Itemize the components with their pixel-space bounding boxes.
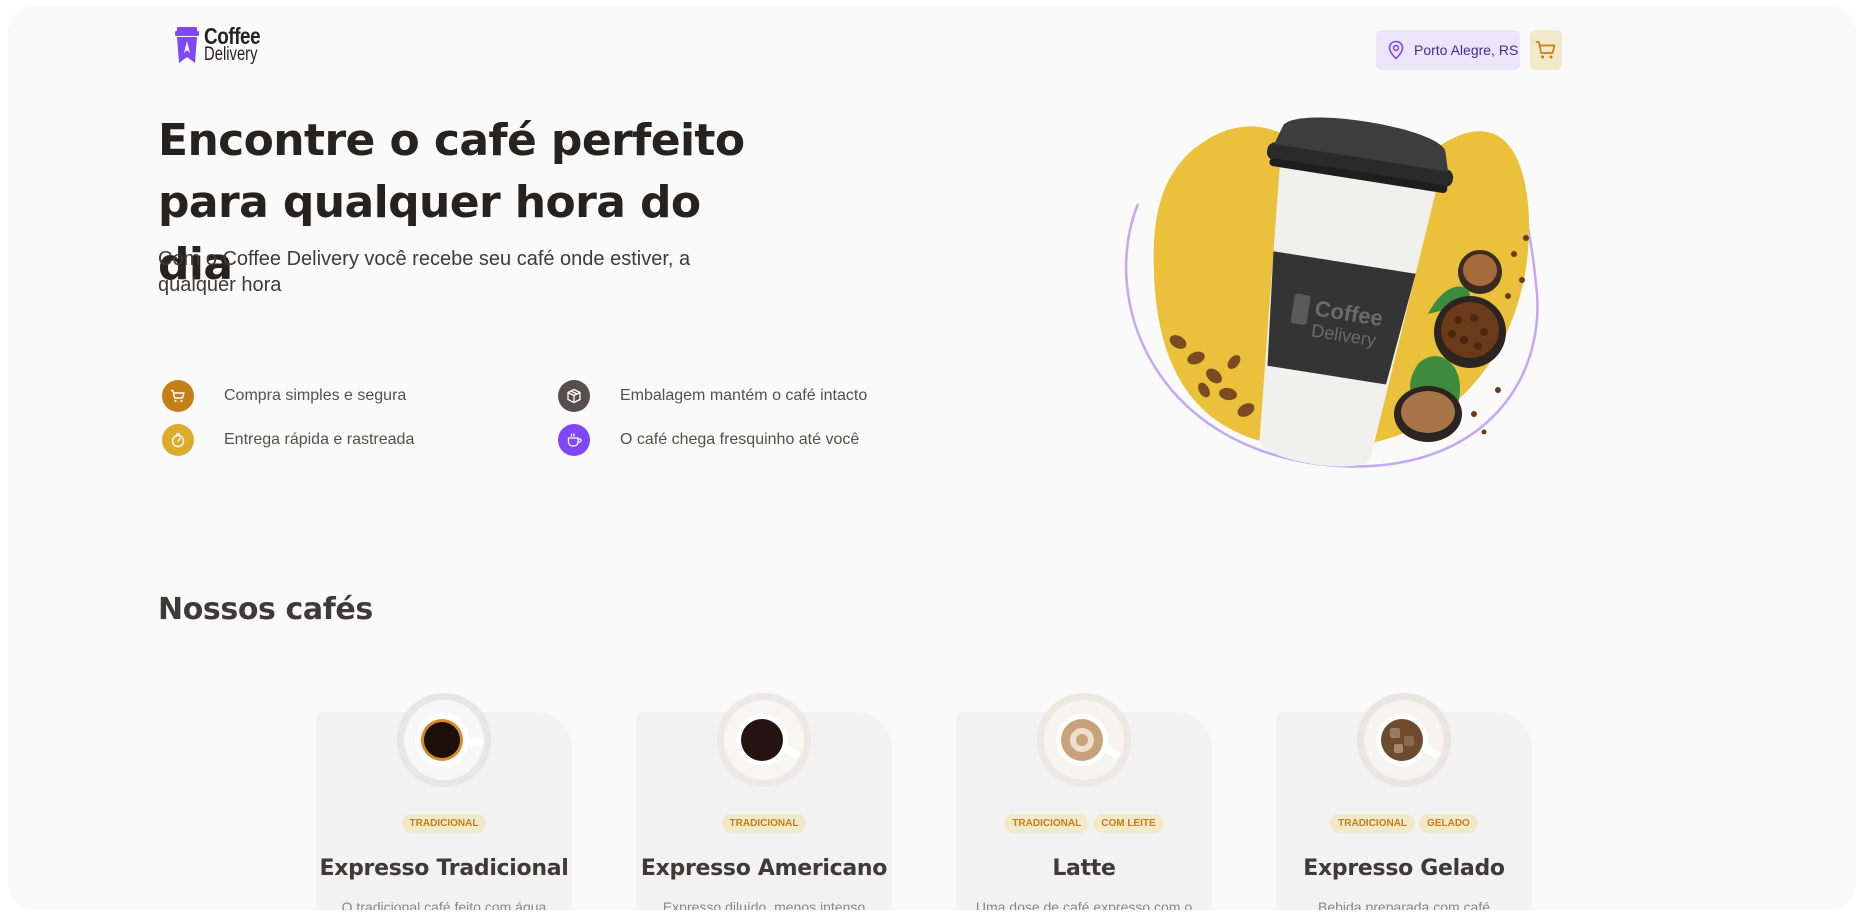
- logo-cup-icon: [175, 27, 199, 63]
- tag-list: Tradicional Gelado: [1276, 814, 1532, 833]
- map-pin-icon: [1388, 40, 1404, 60]
- cart-icon: [162, 380, 194, 412]
- tag-list: Tradicional: [636, 814, 892, 833]
- benefit-label: Compra simples e segura: [224, 387, 407, 404]
- logo-line-2: Delivery: [204, 43, 258, 65]
- benefit-item: Compra simples e segura: [162, 380, 406, 412]
- coffee-description: Bebida preparada com café expresso e: [1318, 899, 1490, 910]
- app-frame: Coffee Delivery Porto Alegre, RS Encontr…: [8, 6, 1856, 910]
- cart-button[interactable]: [1530, 30, 1562, 70]
- location-badge[interactable]: Porto Alegre, RS: [1376, 30, 1520, 70]
- coffee-name: Expresso Tradicional: [319, 856, 569, 881]
- coffee-cup-image: [717, 693, 811, 787]
- hero-title-line-1: Encontre o café perfeito: [158, 115, 745, 166]
- package-icon: [558, 380, 590, 412]
- coffee-description: O tradicional café feito com água: [341, 899, 547, 910]
- coffee-tag: Tradicional: [721, 814, 807, 833]
- coffee-tag: Tradicional: [1330, 814, 1416, 833]
- coffee-list-title: Nossos cafés: [158, 592, 373, 627]
- coffee-card[interactable]: Tradicional Expresso Tradicional O tradi…: [316, 693, 572, 910]
- tag-list: Tradicional Com leite: [956, 814, 1212, 833]
- benefit-item: O café chega fresquinho até você: [558, 424, 859, 456]
- coffee-name: Expresso Americano: [640, 856, 888, 881]
- benefit-item: Embalagem mantém o café intacto: [558, 380, 867, 412]
- coffee-card[interactable]: Tradicional Gelado Expresso Gelado Bebid…: [1276, 693, 1532, 910]
- coffee-card[interactable]: Tradicional Com leite Latte Uma dose de …: [956, 693, 1212, 910]
- coffee-tag: Tradicional: [1004, 814, 1090, 833]
- coffee-tag: Tradicional: [401, 814, 487, 833]
- cart-icon: [1535, 41, 1556, 59]
- coffee-card[interactable]: Tradicional Expresso Americano Expresso …: [636, 693, 892, 910]
- coffee-cup-image: [397, 693, 491, 787]
- logo-text: Coffee Delivery: [204, 22, 273, 65]
- benefit-item: Entrega rápida e rastreada: [162, 424, 414, 456]
- tag-list: Tradicional: [316, 814, 572, 833]
- benefit-label: Embalagem mantém o café intacto: [620, 387, 868, 404]
- location-text: Porto Alegre, RS: [1414, 42, 1519, 58]
- coffee-description: Uma dose de café expresso com o: [975, 899, 1193, 910]
- benefit-label: Entrega rápida e rastreada: [224, 431, 415, 448]
- coffee-cup-image: [1357, 693, 1451, 787]
- coffee-tag: Com leite: [1093, 814, 1164, 833]
- hero-coffee-image: Coffee Delivery: [1124, 117, 1539, 468]
- coffee-icon: [558, 424, 590, 456]
- hero-subtitle: Com o Coffee Delivery você recebe seu ca…: [158, 248, 691, 296]
- logo[interactable]: Coffee Delivery: [174, 22, 273, 65]
- coffee-cup-image: [1037, 693, 1131, 787]
- logo-line-1: Coffee: [204, 22, 261, 49]
- coffee-name: Latte: [1052, 856, 1116, 881]
- coffee-tag: Gelado: [1419, 814, 1478, 833]
- coffee-description: Expresso diluído, menos intenso que o: [662, 899, 866, 910]
- timer-icon: [162, 424, 194, 456]
- coffee-name: Expresso Gelado: [1303, 856, 1505, 881]
- benefit-label: O café chega fresquinho até você: [620, 431, 860, 448]
